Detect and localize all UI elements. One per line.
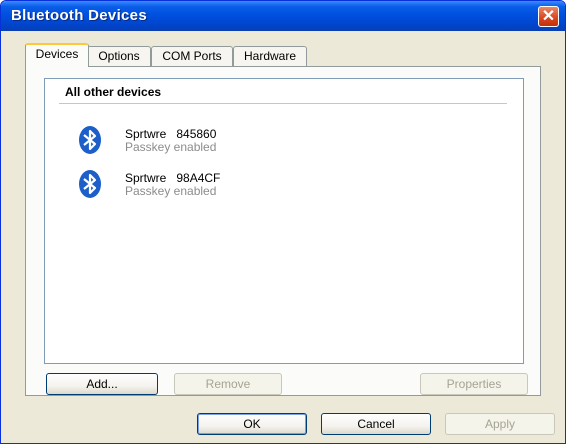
ok-button-label: OK xyxy=(243,417,261,431)
tab-options[interactable]: Options xyxy=(87,46,151,66)
window-title: Bluetooth Devices xyxy=(11,7,147,24)
bluetooth-icon xyxy=(79,126,101,154)
tab-com-ports[interactable]: COM Ports xyxy=(151,46,233,66)
device-status: Passkey enabled xyxy=(125,140,217,154)
ok-button[interactable]: OK xyxy=(197,413,307,435)
cancel-button[interactable]: Cancel xyxy=(321,413,431,435)
properties-button-label: Properties xyxy=(446,377,502,391)
bluetooth-icon xyxy=(79,170,101,198)
close-icon: ✕ xyxy=(541,8,556,25)
tab-hardware[interactable]: Hardware xyxy=(233,46,307,66)
add-button[interactable]: Add... xyxy=(46,373,158,395)
group-header: All other devices xyxy=(65,85,162,99)
close-button[interactable]: ✕ xyxy=(538,6,559,27)
device-item[interactable]: Sprtwre 98A4CF Passkey enabled xyxy=(75,167,295,207)
bluetooth-devices-window: Bluetooth Devices ✕ Devices Options COM … xyxy=(0,0,566,444)
add-button-label: Add... xyxy=(86,377,118,391)
cancel-button-label: Cancel xyxy=(357,417,395,431)
title-bar[interactable]: Bluetooth Devices ✕ xyxy=(1,1,565,31)
tab-devices[interactable]: Devices xyxy=(25,43,89,67)
apply-button[interactable]: Apply xyxy=(445,413,555,435)
properties-button[interactable]: Properties xyxy=(420,373,528,395)
apply-button-label: Apply xyxy=(484,417,516,431)
remove-button-label: Remove xyxy=(205,377,251,391)
device-name: Sprtwre 98A4CF xyxy=(125,171,221,185)
device-item[interactable]: Sprtwre 845860 Passkey enabled xyxy=(75,123,295,163)
devices-panel: All other devices Sprtwre 845860 Passkey… xyxy=(25,66,541,396)
device-status: Passkey enabled xyxy=(125,184,217,198)
group-divider xyxy=(59,103,507,104)
device-name: Sprtwre 845860 xyxy=(125,127,217,141)
remove-button[interactable]: Remove xyxy=(174,373,282,395)
device-list[interactable]: All other devices Sprtwre 845860 Passkey… xyxy=(44,78,524,364)
